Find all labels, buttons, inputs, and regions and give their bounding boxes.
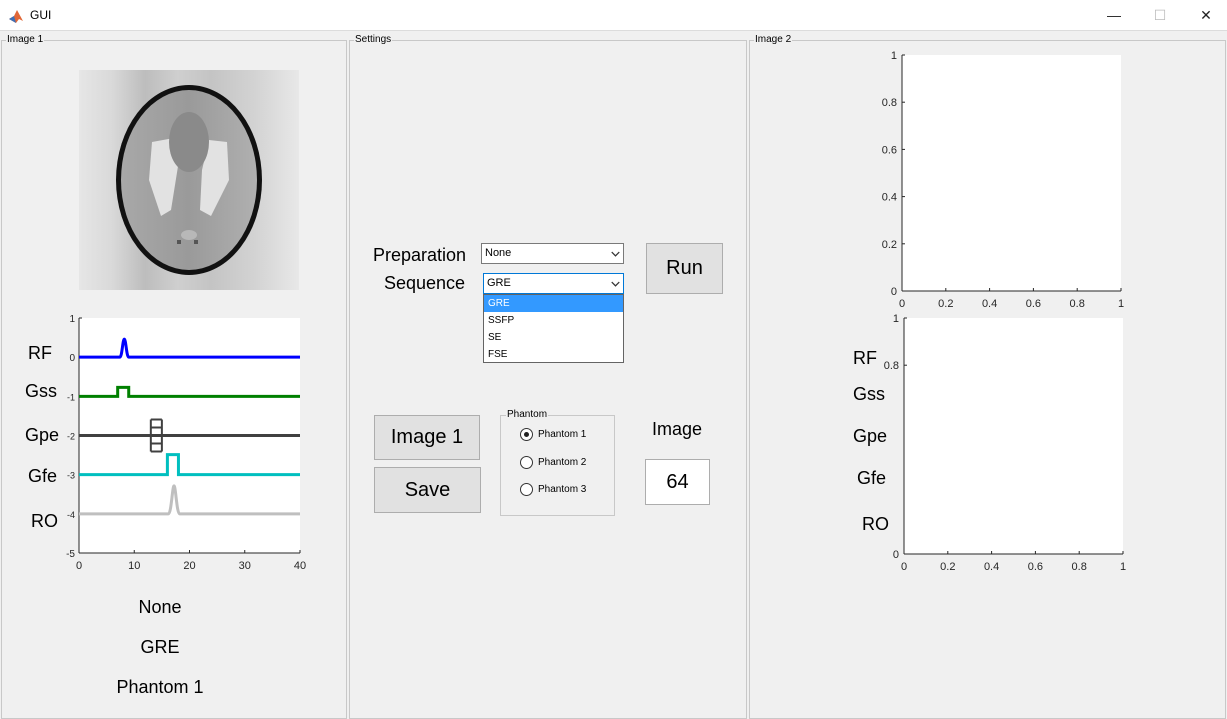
chevron-down-icon — [611, 281, 620, 287]
x-tick-label: 1 — [1118, 298, 1124, 310]
save-button[interactable]: Save — [374, 467, 481, 513]
y-tick-label: -4 — [67, 510, 75, 520]
preparation-label: Preparation — [373, 245, 467, 265]
y-tick-label: 0 — [891, 286, 897, 298]
radio-icon — [520, 483, 533, 496]
y-tick-label: 1 — [69, 314, 75, 325]
y-tick-label: 0.8 — [884, 360, 899, 372]
y-tick-label: -3 — [67, 471, 75, 481]
run-button[interactable]: Run — [646, 243, 723, 294]
radio-label: Phantom 1 — [538, 429, 587, 440]
close-button[interactable]: ✕ — [1183, 0, 1227, 31]
y-tick-label: 0.8 — [882, 97, 897, 109]
settings-panel: Settings — [349, 34, 747, 719]
sequence-select[interactable]: GRE — [483, 273, 624, 294]
plot-area — [902, 55, 1121, 291]
seq-label-gss: Gss — [25, 381, 58, 401]
image2-panel-title: Image 2 — [754, 34, 793, 45]
radio-icon — [520, 456, 533, 469]
y-tick-label: 1 — [893, 313, 899, 325]
phantom-3-radio[interactable]: Phantom 3 — [520, 483, 586, 496]
x-tick-label: 0.6 — [1026, 298, 1041, 310]
preparation-select[interactable]: None — [481, 243, 624, 264]
radio-selected-icon — [520, 428, 533, 441]
y-tick-label: 0.2 — [882, 239, 897, 251]
sequence-select-value: GRE — [487, 277, 511, 289]
x-tick-label: 40 — [294, 560, 306, 572]
sequence-label: Sequence — [384, 273, 466, 293]
maximize-button[interactable]: ☐ — [1137, 0, 1183, 31]
x-tick-label: 0 — [899, 298, 905, 310]
sequence-option[interactable]: FSE — [484, 346, 623, 363]
x-tick-label: 10 — [128, 560, 140, 572]
window-title: GUI — [30, 8, 52, 22]
settings-panel-title: Settings — [354, 34, 393, 45]
image2-top-axes: 0 0.2 0.4 0.6 0.8 1 0 0.2 0.4 0.6 0.8 1 — [882, 50, 1124, 310]
sequence-dropdown-list: GRE SSFP SE FSE — [483, 294, 624, 363]
sequence-option[interactable]: GRE — [484, 295, 623, 312]
x-tick-label: 0 — [76, 560, 82, 572]
x-tick-label: 0.2 — [938, 298, 953, 310]
image-size-field[interactable]: 64 — [645, 459, 710, 505]
x-tick-label: 0.4 — [982, 298, 997, 310]
y-tick-label: -5 — [66, 549, 75, 560]
status-preparation: None — [138, 597, 182, 617]
sequence-option[interactable]: SE — [484, 329, 623, 346]
phantom-2-radio[interactable]: Phantom 2 — [520, 456, 586, 469]
x-tick-label: 1 — [1120, 561, 1126, 573]
image1-button[interactable]: Image 1 — [374, 415, 480, 460]
seq-label-overlay-gfe: Gfe — [857, 468, 887, 488]
sequence-option[interactable]: SSFP — [484, 312, 623, 329]
x-tick-label: 0.6 — [1028, 561, 1043, 573]
seq-label-overlay-gss: Gss — [853, 384, 886, 404]
image-size-label: Image — [652, 419, 703, 439]
x-tick-label: 0.4 — [984, 561, 999, 573]
radio-label: Phantom 2 — [538, 457, 587, 468]
phantom-group-title: Phantom — [506, 409, 549, 420]
seq-label-gfe: Gfe — [28, 466, 58, 486]
seq-label-ro: RO — [31, 511, 58, 531]
seq-label-overlay-rf: RF — [853, 348, 877, 368]
title-bar: GUI — ☐ ✕ — [0, 0, 1227, 31]
chevron-down-icon — [611, 251, 620, 257]
phantom-image — [79, 70, 299, 290]
x-tick-label: 30 — [239, 560, 251, 572]
x-tick-label: 0.8 — [1070, 298, 1085, 310]
image2-bottom-axes: 0 0.2 0.4 0.6 0.8 1 0 0.8 1 — [884, 313, 1126, 573]
plot-area — [904, 318, 1123, 554]
y-tick-label: 0.6 — [882, 144, 897, 156]
seq-label-gpe: Gpe — [25, 425, 60, 445]
minimize-button[interactable]: — — [1091, 0, 1137, 31]
phantom-1-radio[interactable]: Phantom 1 — [520, 428, 586, 441]
y-tick-label: 0.4 — [882, 192, 897, 204]
seq-label-overlay-ro: RO — [862, 514, 889, 534]
x-tick-label: 0.2 — [940, 561, 955, 573]
preparation-select-value: None — [485, 247, 512, 259]
status-sequence: GRE — [140, 637, 180, 657]
y-tick-label: -2 — [67, 432, 75, 442]
matlab-icon — [8, 8, 24, 24]
x-tick-label: 0.8 — [1072, 561, 1087, 573]
status-phantom: Phantom 1 — [116, 677, 204, 697]
radio-label: Phantom 3 — [538, 484, 587, 495]
y-tick-label: -1 — [67, 392, 75, 402]
seq-label-rf: RF — [28, 343, 52, 363]
y-tick-label: 0 — [893, 549, 899, 561]
y-tick-label: 1 — [891, 50, 897, 62]
x-tick-label: 20 — [183, 560, 195, 572]
seq-label-overlay-gpe: Gpe — [853, 426, 888, 446]
image1-panel-title: Image 1 — [6, 34, 45, 45]
x-tick-label: 0 — [901, 561, 907, 573]
y-tick-label: 0 — [69, 353, 75, 364]
